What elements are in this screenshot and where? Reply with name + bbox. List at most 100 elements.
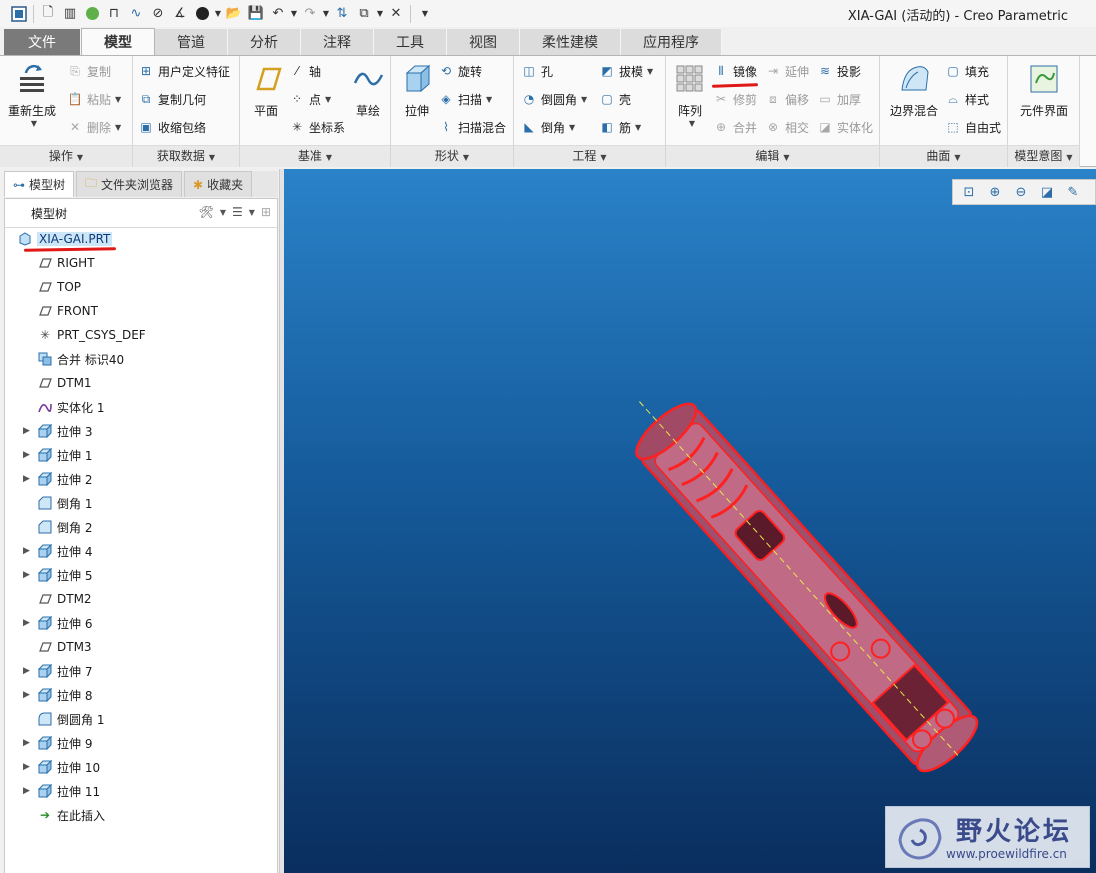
shell-button[interactable]: ▢ 壳 <box>598 88 631 110</box>
csys-button[interactable]: ✳ 坐标系 <box>288 116 345 138</box>
angle-icon[interactable]: ∡ <box>169 3 191 25</box>
tree-item[interactable]: RIGHT <box>5 252 275 274</box>
tab-applications[interactable]: 应用程序 <box>621 29 722 55</box>
no-edge-icon[interactable]: ⊘ <box>147 3 169 25</box>
dropdown-arrow-icon[interactable]: ▼ <box>321 3 331 25</box>
pattern-button[interactable]: 阵列 ▼ <box>664 62 716 138</box>
project-button[interactable]: ≋ 投影 <box>816 60 861 82</box>
expand-arrow-icon[interactable]: ▶ <box>23 786 33 796</box>
sketch-button[interactable]: 草绘 <box>342 62 394 138</box>
tree-item[interactable]: DTM3 <box>5 636 275 658</box>
tab-piping[interactable]: 管道 <box>155 29 228 55</box>
tree-item[interactable]: ▶ 拉伸 10 <box>5 756 275 778</box>
group-label-datum[interactable]: 基准 ▼ <box>240 145 390 167</box>
boundary-blend-button[interactable]: 边界混合 <box>884 62 944 138</box>
mirror-button[interactable]: ⫴ 镜像 <box>712 60 757 82</box>
tree-root-item[interactable]: XIA-GAI.PRT <box>5 228 275 250</box>
new-icon[interactable]: 🗋 <box>37 3 59 25</box>
sphere-black-icon[interactable] <box>191 3 213 25</box>
save-icon[interactable]: 💾 <box>245 3 267 25</box>
tree-item[interactable]: ▶ 拉伸 11 <box>5 780 275 802</box>
delete-button[interactable]: ✕ 删除 ▼ <box>66 116 121 138</box>
tree-item[interactable]: ➔ 在此插入 <box>5 804 275 826</box>
regenerate-button[interactable]: 重新生成 ▼ <box>6 62 58 138</box>
zoom-out-icon[interactable]: ⊖ <box>1011 182 1031 202</box>
group-label-model-intent[interactable]: 模型意图 ▼ <box>1008 145 1079 167</box>
round-button[interactable]: ◔ 倒圆角 ▼ <box>520 88 587 110</box>
tree-item[interactable]: ▶ 拉伸 7 <box>5 660 275 682</box>
tree-item[interactable]: ▶ 拉伸 8 <box>5 684 275 706</box>
tab-analysis[interactable]: 分析 <box>228 29 301 55</box>
dropdown-arrow-icon[interactable]: ▼ <box>220 208 226 217</box>
expand-arrow-icon[interactable]: ▶ <box>23 426 33 436</box>
expand-arrow-icon[interactable]: ▶ <box>23 618 33 628</box>
point-button[interactable]: ⁘ 点 ▼ <box>288 88 331 110</box>
dropdown-arrow-icon[interactable]: ▼ <box>213 3 223 25</box>
tab-file[interactable]: 文件 <box>4 29 81 55</box>
dropdown-arrow-icon[interactable]: ▼ <box>375 3 385 25</box>
hole-button[interactable]: ◫ 孔 <box>520 60 553 82</box>
tab-annotate[interactable]: 注释 <box>301 29 374 55</box>
copy-button[interactable]: ⎘ 复制 <box>66 60 111 82</box>
tree-item[interactable]: ▶ 拉伸 2 <box>5 468 275 490</box>
tab-model-tree[interactable]: ⊶ 模型树 <box>4 171 75 197</box>
dropdown-arrow-icon[interactable]: ▼ <box>249 208 255 217</box>
tree-item[interactable]: ▶ 拉伸 6 <box>5 612 275 634</box>
tab-model[interactable]: 模型 <box>81 28 155 55</box>
tree-item[interactable]: FRONT <box>5 300 275 322</box>
tree-item[interactable]: TOP <box>5 276 275 298</box>
redo-icon[interactable]: ↷ <box>299 3 321 25</box>
sweep-button[interactable]: ◈ 扫描 ▼ <box>437 88 492 110</box>
expand-arrow-icon[interactable]: ▶ <box>23 546 33 556</box>
tree-item[interactable]: ▶ 拉伸 1 <box>5 444 275 466</box>
bracket-icon[interactable]: ⊓ <box>103 3 125 25</box>
repaint-icon[interactable]: ◪ <box>1037 182 1057 202</box>
extrude-button[interactable]: 拉伸 <box>391 62 443 138</box>
windows-icon[interactable]: ⧉ <box>353 3 375 25</box>
fill-button[interactable]: ▢ 填充 <box>944 60 989 82</box>
group-label-engineering[interactable]: 工程 ▼ <box>514 145 665 167</box>
save-copy-icon[interactable]: ▥ <box>59 3 81 25</box>
tab-tools[interactable]: 工具 <box>374 29 447 55</box>
tab-view[interactable]: 视图 <box>447 29 520 55</box>
customize-arrow-icon[interactable]: ▼ <box>414 3 436 25</box>
dropdown-arrow-icon[interactable]: ▼ <box>289 3 299 25</box>
revolve-button[interactable]: ⟲ 旋转 <box>437 60 482 82</box>
undo-icon[interactable]: ↶ <box>267 3 289 25</box>
axis-button[interactable]: ⁄ 轴 <box>288 60 321 82</box>
tree-item[interactable]: ▶ 拉伸 4 <box>5 540 275 562</box>
tree-item[interactable]: 倒角 2 <box>5 516 275 538</box>
close-window-icon[interactable]: ✕ <box>385 3 407 25</box>
tree-item[interactable]: 实体化 1 <box>5 396 275 418</box>
show-icon[interactable]: ☰ <box>232 205 243 219</box>
intersect-button[interactable]: ⊗ 相交 <box>764 116 809 138</box>
refit-icon[interactable]: ⊡ <box>959 182 979 202</box>
udf-button[interactable]: ⊞ 用户定义特征 <box>137 60 230 82</box>
saved-views-icon[interactable]: ✎ <box>1063 182 1083 202</box>
group-label-get-data[interactable]: 获取数据 ▼ <box>133 145 239 167</box>
tree-item[interactable]: 倒角 1 <box>5 492 275 514</box>
paste-button[interactable]: 📋 粘贴 ▼ <box>66 88 122 110</box>
app-icon[interactable] <box>8 3 30 25</box>
expand-arrow-icon[interactable]: ▶ <box>23 474 33 484</box>
tree-item[interactable]: 合并 标识40 <box>5 348 275 370</box>
tab-folder-browser[interactable]: 🗀 文件夹浏览器 <box>76 171 183 197</box>
filter-icon[interactable]: ⊞ <box>261 205 271 219</box>
plane-button[interactable]: 平面 <box>240 62 292 138</box>
style-button[interactable]: ⌓ 样式 <box>944 88 989 110</box>
settings-icon[interactable]: 🛠 <box>199 205 214 219</box>
expand-arrow-icon[interactable]: ▶ <box>23 762 33 772</box>
tree-item[interactable]: DTM1 <box>5 372 275 394</box>
open-folder-icon[interactable]: 📂 <box>223 3 245 25</box>
component-interface-button[interactable]: 元件界面 <box>1012 62 1076 138</box>
zoom-in-icon[interactable]: ⊕ <box>985 182 1005 202</box>
trim-button[interactable]: ✂ 修剪 <box>712 88 757 110</box>
thicken-button[interactable]: ▭ 加厚 <box>816 88 861 110</box>
group-label-shapes[interactable]: 形状 ▼ <box>391 145 513 167</box>
expand-arrow-icon[interactable]: ▶ <box>23 450 33 460</box>
extend-button[interactable]: ⇥ 延伸 <box>764 60 809 82</box>
tree-item[interactable]: ▶ 拉伸 5 <box>5 564 275 586</box>
freestyle-button[interactable]: ⬚ 自由式 <box>944 116 1001 138</box>
swept-blend-button[interactable]: ⌇ 扫描混合 <box>437 116 506 138</box>
tree-item[interactable]: ✳ PRT_CSYS_DEF <box>5 324 275 346</box>
